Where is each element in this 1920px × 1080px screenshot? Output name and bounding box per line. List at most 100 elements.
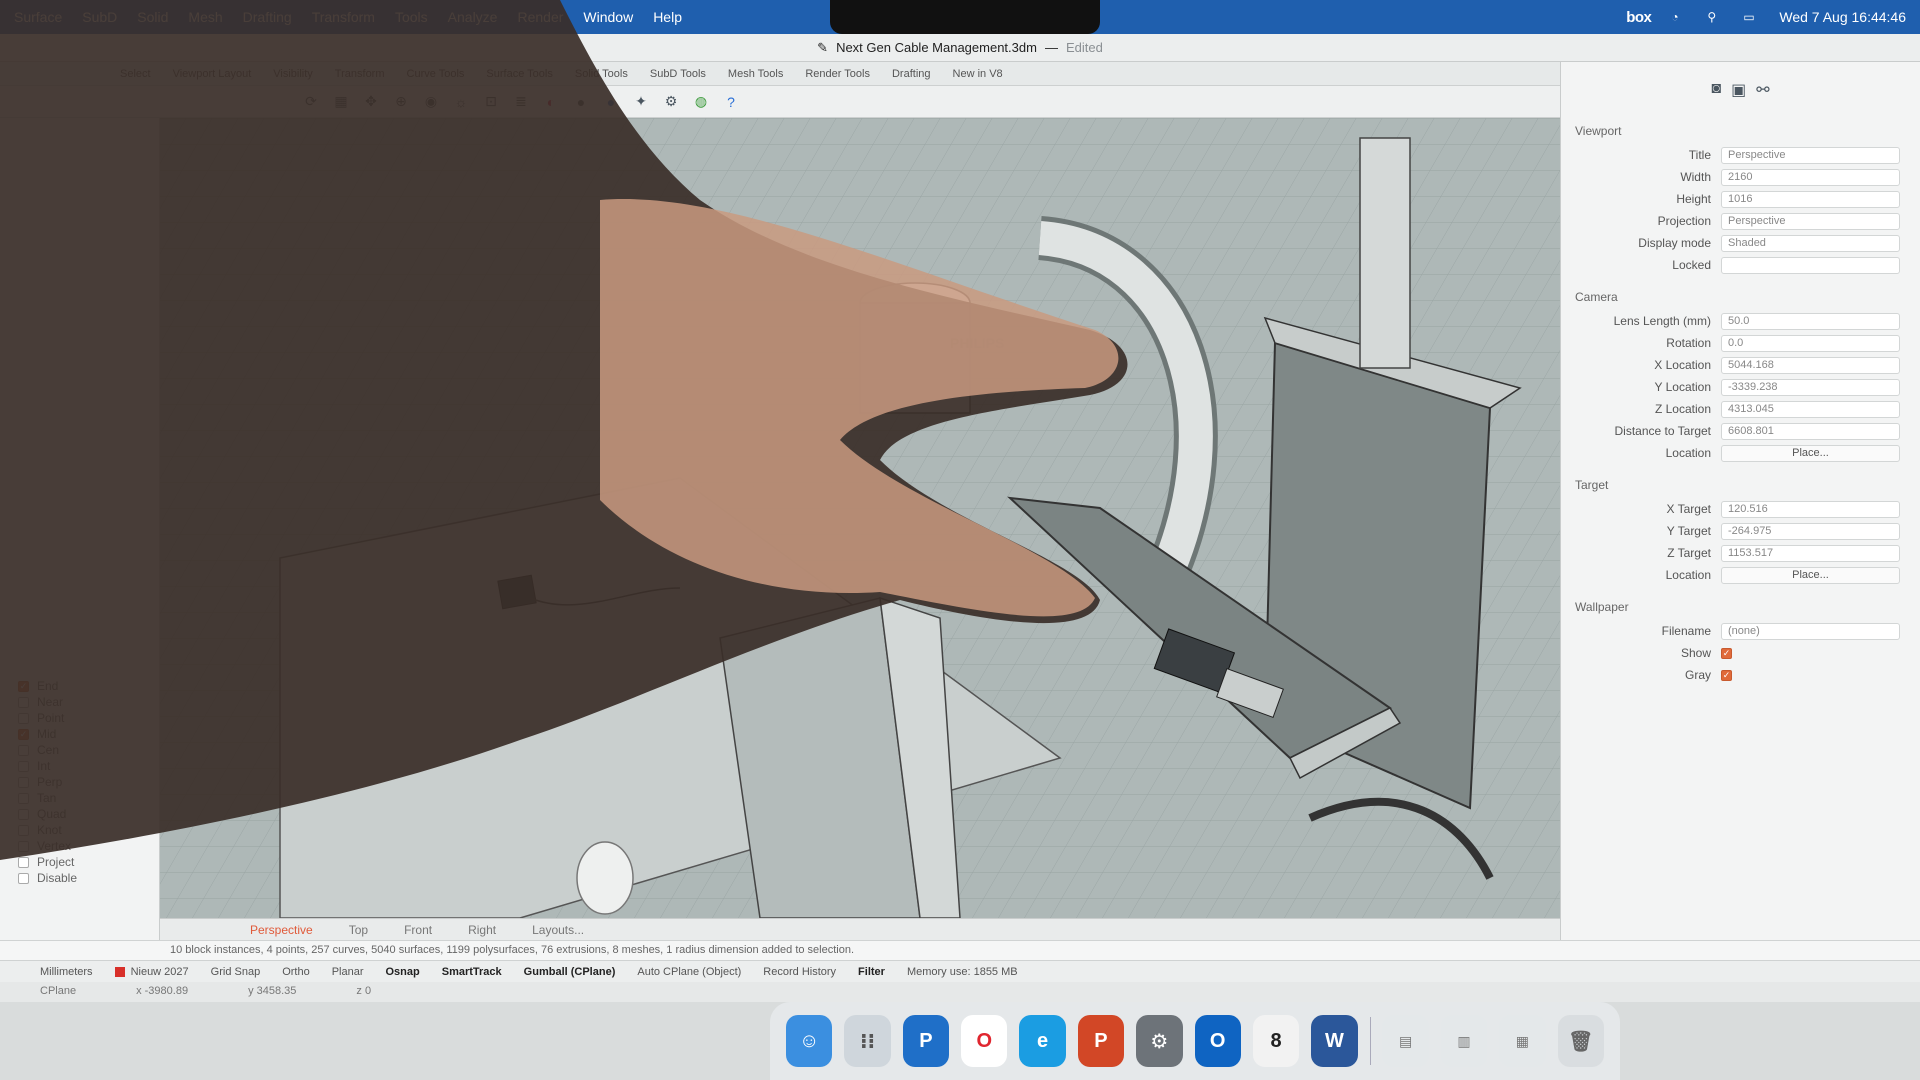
osnap-checkbox-mid[interactable]: ✓: [18, 728, 29, 740]
status-ortho[interactable]: Ortho: [282, 966, 310, 978]
viewport-icon[interactable]: ▣: [1731, 80, 1746, 100]
osnap-item-tan[interactable]: Tan: [18, 790, 159, 806]
osnap-checkbox-tan[interactable]: [18, 792, 29, 804]
status-memory-use-1855-mb[interactable]: Memory use: 1855 MB: [907, 966, 1018, 978]
rhino-icon[interactable]: 8: [1252, 1015, 1300, 1067]
prop-field-rotation[interactable]: 0.0: [1721, 334, 1900, 352]
osnap-checkbox-end[interactable]: ✓: [18, 680, 29, 692]
pan-icon[interactable]: ✥: [360, 91, 382, 113]
wifi-icon[interactable]: ◔: [1671, 11, 1687, 23]
menu-drafting[interactable]: Drafting: [243, 9, 292, 25]
prop-field-y-target[interactable]: -264.975: [1721, 522, 1900, 540]
zoom-icon[interactable]: ⊕: [390, 91, 412, 113]
eye-icon[interactable]: ◉: [420, 91, 442, 113]
tab-render-tools[interactable]: Render Tools: [805, 68, 870, 80]
rotate-view-icon[interactable]: ⟳: [300, 91, 322, 113]
prop-field-locked[interactable]: [1721, 256, 1900, 274]
osnap-item-project[interactable]: Project: [18, 854, 159, 870]
powerpoint-icon[interactable]: P: [1077, 1015, 1125, 1067]
wallpaper-show-checkbox[interactable]: ✓: [1721, 647, 1732, 659]
tab-mesh-tools[interactable]: Mesh Tools: [728, 68, 783, 80]
prop-field-x-target[interactable]: 120.516: [1721, 500, 1900, 518]
gear-icon[interactable]: ⚙: [660, 91, 682, 113]
grid-icon[interactable]: ▦: [330, 91, 352, 113]
opera-icon[interactable]: O: [961, 1015, 1008, 1067]
osnap-checkbox-knot[interactable]: [18, 824, 29, 836]
word-icon[interactable]: W: [1311, 1015, 1358, 1067]
camera-icon[interactable]: ◙: [1711, 80, 1721, 100]
menu-solid[interactable]: Solid: [137, 9, 168, 25]
status-osnap[interactable]: Osnap: [386, 966, 420, 978]
osnap-item-int[interactable]: Int: [18, 758, 159, 774]
prop-field-projection[interactable]: Perspective: [1721, 212, 1900, 230]
osnap-item-knot[interactable]: Knot: [18, 822, 159, 838]
tab-select[interactable]: Select: [120, 68, 151, 80]
prop-field-y-location[interactable]: -3339.238: [1721, 378, 1900, 396]
osnap-checkbox-point[interactable]: [18, 712, 29, 724]
prop-field-lens-length-mm[interactable]: 50.0: [1721, 312, 1900, 330]
prop-field-z-location[interactable]: 4313.045: [1721, 400, 1900, 418]
tab-new-in-v8[interactable]: New in V8: [953, 68, 1003, 80]
osnap-item-vertex[interactable]: Vertex: [18, 838, 159, 854]
globe-icon[interactable]: ◍: [690, 91, 712, 113]
menu-subd[interactable]: SubD: [82, 9, 117, 25]
camera-place-button[interactable]: Place...: [1721, 444, 1900, 462]
status-record-history[interactable]: Record History: [763, 966, 836, 978]
tab-drafting[interactable]: Drafting: [892, 68, 931, 80]
osnap-item-quad[interactable]: Quad: [18, 806, 159, 822]
status-gumball-cplane[interactable]: Gumball (CPlane): [524, 966, 616, 978]
osnap-checkbox-perp[interactable]: [18, 776, 29, 788]
status-auto-cplane-object[interactable]: Auto CPlane (Object): [637, 966, 741, 978]
light-bulb-icon[interactable]: ☼: [450, 91, 472, 113]
recent-window-icon-2[interactable]: ▥: [1440, 1015, 1488, 1067]
outlook-icon[interactable]: O: [1194, 1015, 1241, 1067]
status-smarttrack[interactable]: SmartTrack: [442, 966, 502, 978]
menu-window[interactable]: Window: [583, 9, 633, 25]
help-icon[interactable]: ?: [720, 91, 742, 113]
link-icon[interactable]: ⚯: [1756, 80, 1769, 100]
osnap-checkbox-disable[interactable]: [18, 872, 29, 884]
status-planar[interactable]: Planar: [332, 966, 364, 978]
paint-icon[interactable]: ✦: [630, 91, 652, 113]
sphere-icon[interactable]: ●: [570, 91, 592, 113]
status-grid-snap[interactable]: Grid Snap: [211, 966, 261, 978]
units-label[interactable]: Millimeters: [40, 966, 93, 978]
battery-icon[interactable]: ▭: [1743, 11, 1759, 23]
osnap-checkbox-near[interactable]: [18, 696, 29, 708]
lock-icon[interactable]: ⊡: [480, 91, 502, 113]
system-settings-icon[interactable]: ⚙: [1136, 1015, 1183, 1067]
viewport-tab-perspective[interactable]: Perspective: [250, 923, 313, 937]
tab-visibility[interactable]: Visibility: [273, 68, 313, 80]
menu-render[interactable]: Render: [517, 9, 563, 25]
osnap-checkbox-quad[interactable]: [18, 808, 29, 820]
menu-mesh[interactable]: Mesh: [188, 9, 222, 25]
search-icon[interactable]: ⚲: [1707, 11, 1723, 23]
tab-subd-tools[interactable]: SubD Tools: [650, 68, 706, 80]
osnap-checkbox-vertex[interactable]: [18, 840, 29, 852]
osnap-item-end[interactable]: ✓ End: [18, 678, 159, 694]
layers-icon[interactable]: ≣: [510, 91, 532, 113]
viewport-tab-layouts[interactable]: Layouts...: [532, 923, 584, 937]
menu-transform[interactable]: Transform: [312, 9, 375, 25]
viewport-tab-front[interactable]: Front: [404, 923, 432, 937]
osnap-item-perp[interactable]: Perp: [18, 774, 159, 790]
perspective-viewport[interactable]: PHILIPS: [160, 118, 1560, 918]
render-sphere-icon[interactable]: ●: [600, 91, 622, 113]
menu-help[interactable]: Help: [653, 9, 682, 25]
philips-app-icon[interactable]: P: [902, 1015, 950, 1067]
prop-field-z-target[interactable]: 1153.517: [1721, 544, 1900, 562]
osnap-checkbox-cen[interactable]: [18, 744, 29, 756]
launchpad-icon[interactable]: ⁝⁝: [844, 1015, 891, 1067]
tab-viewport-layout[interactable]: Viewport Layout: [173, 68, 252, 80]
wallpaper-filename-field[interactable]: (none): [1721, 622, 1900, 640]
prop-field-width[interactable]: 2160: [1721, 168, 1900, 186]
osnap-item-near[interactable]: Near: [18, 694, 159, 710]
target-place-button[interactable]: Place...: [1721, 566, 1900, 584]
prop-field-display-mode[interactable]: Shaded: [1721, 234, 1900, 252]
osnap-item-mid[interactable]: ✓ Mid: [18, 726, 159, 742]
osnap-checkbox-int[interactable]: [18, 760, 29, 772]
trash-icon[interactable]: 🗑: [1557, 1015, 1604, 1067]
recent-window-icon-3[interactable]: ▦: [1499, 1015, 1546, 1067]
box-app-icon[interactable]: box: [1626, 9, 1652, 26]
recent-window-icon[interactable]: ▤: [1382, 1015, 1429, 1067]
